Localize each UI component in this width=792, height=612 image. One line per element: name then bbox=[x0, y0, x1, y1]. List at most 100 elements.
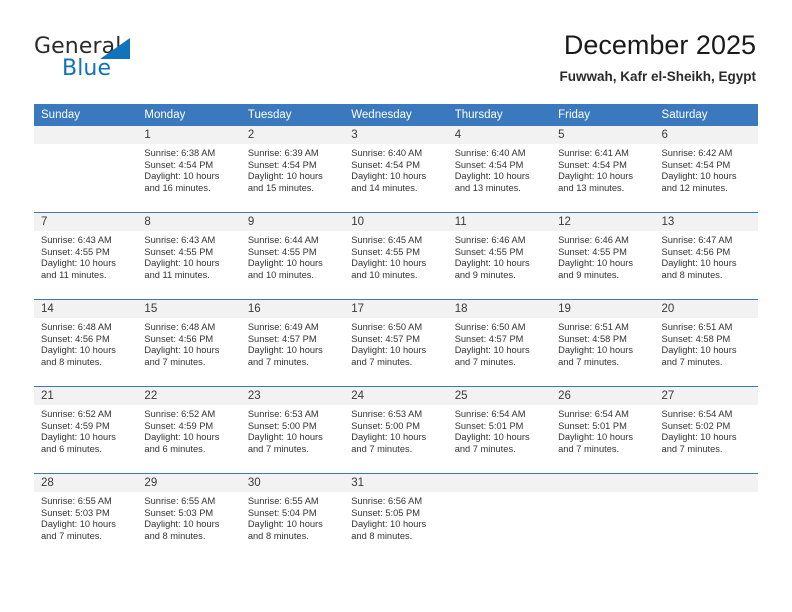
day-cell-inner: 23 Sunrise: 6:53 AM Sunset: 5:00 PM Dayligh… bbox=[240, 387, 345, 473]
calendar-day-cell[interactable]: 26 Sunrise: 6:54 AM Sunset: 5:01 PM Dayligh… bbox=[551, 386, 655, 474]
calendar-day-cell[interactable]: 7 Sunrise: 6:43 AM Sunset: 4:55 PM Daylight… bbox=[34, 212, 138, 300]
day-detail-line: and 6 minutes. bbox=[144, 443, 206, 454]
day-detail-line: Sunrise: 6:46 AM bbox=[558, 235, 629, 245]
day-cell-inner: 5 Sunrise: 6:41 AM Sunset: 4:54 PM Daylight… bbox=[551, 126, 655, 212]
day-detail-line: Sunset: 5:02 PM bbox=[661, 420, 731, 431]
calendar-day-cell[interactable]: 23 Sunrise: 6:53 AM Sunset: 5:00 PM Dayligh… bbox=[240, 386, 345, 474]
day-detail-line: Sunrise: 6:55 AM bbox=[41, 496, 112, 506]
day-cell-inner: 17 Sunrise: 6:50 AM Sunset: 4:57 PM Dayligh… bbox=[344, 300, 448, 386]
day-number: 7 bbox=[34, 213, 138, 231]
calendar-day-cell[interactable]: 16 Sunrise: 6:49 AM Sunset: 4:57 PM Dayligh… bbox=[240, 299, 345, 387]
day-detail-line: Sunset: 4:59 PM bbox=[41, 420, 110, 431]
day-detail-line: Sunrise: 6:40 AM bbox=[351, 148, 423, 158]
day-detail-line: Sunset: 4:54 PM bbox=[454, 159, 524, 170]
weekday-header-thursday: Thursday bbox=[447, 104, 552, 126]
day-cell-inner: 30 Sunrise: 6:55 AM Sunset: 5:04 PM Dayligh… bbox=[240, 474, 345, 560]
calendar-day-cell[interactable]: 24 Sunrise: 6:53 AM Sunset: 5:00 PM Dayligh… bbox=[344, 386, 448, 474]
day-details: Sunrise: 6:46 AM Sunset: 4:55 PM Daylight:… bbox=[448, 231, 551, 281]
calendar-day-cell[interactable]: 21 Sunrise: 6:52 AM Sunset: 4:59 PM Dayligh… bbox=[34, 386, 138, 474]
day-detail-line: Sunset: 4:54 PM bbox=[144, 159, 214, 170]
calendar-day-cell[interactable]: 11 Sunrise: 6:46 AM Sunset: 4:55 PM Dayligh… bbox=[447, 212, 552, 300]
calendar-day-cell[interactable]: 9 Sunrise: 6:44 AM Sunset: 4:55 PM Daylight… bbox=[240, 212, 345, 300]
day-details: Sunrise: 6:55 AM Sunset: 5:04 PM Daylight:… bbox=[241, 492, 344, 542]
day-cell-inner: 19 Sunrise: 6:51 AM Sunset: 4:58 PM Dayligh… bbox=[551, 300, 655, 386]
calendar-day-cell[interactable]: 2 Sunrise: 6:39 AM Sunset: 4:54 PM Daylight… bbox=[240, 126, 345, 213]
calendar-day-cell[interactable]: 30 Sunrise: 6:55 AM Sunset: 5:04 PM Dayligh… bbox=[240, 473, 345, 560]
day-details: Sunrise: 6:50 AM Sunset: 4:57 PM Daylight:… bbox=[448, 318, 551, 368]
day-detail-line: Sunset: 4:55 PM bbox=[41, 246, 110, 257]
calendar-day-cell[interactable]: 25 Sunrise: 6:54 AM Sunset: 5:01 PM Dayligh… bbox=[447, 386, 552, 474]
day-cell-inner: 2 Sunrise: 6:39 AM Sunset: 4:54 PM Daylight… bbox=[240, 126, 345, 212]
day-detail-line: Daylight: 10 hours bbox=[247, 258, 323, 269]
generalblue-logo[interactable]: General Blue bbox=[34, 34, 164, 84]
day-number: 20 bbox=[654, 300, 758, 318]
day-detail-line: and 7 minutes. bbox=[558, 356, 620, 367]
page-title: December 2025 bbox=[563, 30, 756, 60]
day-detail-line: Sunset: 4:56 PM bbox=[661, 246, 731, 257]
day-detail-line: Daylight: 10 hours bbox=[351, 432, 427, 443]
calendar-day-cell[interactable]: 19 Sunrise: 6:51 AM Sunset: 4:58 PM Dayligh… bbox=[551, 299, 655, 387]
weekday-header-saturday: Saturday bbox=[654, 104, 758, 126]
day-detail-line: and 6 minutes. bbox=[41, 443, 102, 454]
day-detail-line: Sunset: 5:05 PM bbox=[351, 507, 420, 518]
day-details: Sunrise: 6:39 AM Sunset: 4:54 PM Daylight:… bbox=[241, 144, 344, 194]
day-details: Sunrise: 6:50 AM Sunset: 4:57 PM Daylight:… bbox=[344, 318, 447, 368]
day-detail-line: Daylight: 10 hours bbox=[144, 258, 220, 269]
calendar-day-cell[interactable]: 15 Sunrise: 6:48 AM Sunset: 4:56 PM Dayligh… bbox=[137, 299, 241, 387]
day-details: Sunrise: 6:54 AM Sunset: 5:01 PM Daylight:… bbox=[448, 405, 551, 455]
calendar-day-cell[interactable]: 17 Sunrise: 6:50 AM Sunset: 4:57 PM Dayligh… bbox=[344, 299, 448, 387]
day-details: Sunrise: 6:54 AM Sunset: 5:01 PM Daylight:… bbox=[551, 405, 654, 455]
calendar-day-cell[interactable]: 28 Sunrise: 6:55 AM Sunset: 5:03 PM Dayligh… bbox=[34, 473, 138, 560]
calendar-week-row: 21 Sunrise: 6:52 AM Sunset: 4:59 PM Dayligh… bbox=[34, 386, 758, 474]
day-detail-line: Sunrise: 6:40 AM bbox=[454, 148, 526, 158]
day-detail-line: Daylight: 10 hours bbox=[661, 345, 737, 356]
calendar-day-cell[interactable]: 10 Sunrise: 6:45 AM Sunset: 4:55 PM Dayligh… bbox=[344, 212, 448, 300]
day-detail-line: Sunrise: 6:42 AM bbox=[661, 148, 733, 158]
day-detail-line: Sunset: 4:55 PM bbox=[351, 246, 420, 257]
day-number: 27 bbox=[654, 387, 758, 405]
day-detail-line: Sunrise: 6:55 AM bbox=[247, 496, 319, 506]
day-detail-line: Sunset: 4:57 PM bbox=[454, 333, 524, 344]
calendar-day-cell[interactable]: 29 Sunrise: 6:55 AM Sunset: 5:03 PM Dayligh… bbox=[137, 473, 241, 560]
day-number: 18 bbox=[447, 300, 552, 318]
calendar-day-cell[interactable]: 20 Sunrise: 6:51 AM Sunset: 4:58 PM Dayligh… bbox=[654, 299, 758, 387]
calendar-body: 1 Sunrise: 6:38 AM Sunset: 4:54 PM Daylight… bbox=[34, 126, 758, 560]
day-detail-line: and 8 minutes. bbox=[351, 530, 413, 541]
weekday-header-sunday: Sunday bbox=[34, 104, 138, 126]
calendar-day-cell[interactable]: 1 Sunrise: 6:38 AM Sunset: 4:54 PM Daylight… bbox=[137, 126, 241, 213]
day-detail-line: Sunset: 5:01 PM bbox=[558, 420, 627, 431]
page-subtitle: Fuwwah, Kafr el-Sheikh, Egypt bbox=[559, 69, 756, 84]
day-detail-line: Sunrise: 6:53 AM bbox=[247, 409, 319, 419]
calendar-day-cell[interactable]: 12 Sunrise: 6:46 AM Sunset: 4:55 PM Dayligh… bbox=[551, 212, 655, 300]
calendar-day-cell[interactable]: 8 Sunrise: 6:43 AM Sunset: 4:55 PM Daylight… bbox=[137, 212, 241, 300]
day-number: 22 bbox=[137, 387, 241, 405]
calendar-day-cell[interactable]: 18 Sunrise: 6:50 AM Sunset: 4:57 PM Dayligh… bbox=[447, 299, 552, 387]
day-cell-inner bbox=[447, 474, 552, 560]
day-detail-line: Sunrise: 6:55 AM bbox=[144, 496, 216, 506]
calendar-day-cell[interactable]: 13 Sunrise: 6:47 AM Sunset: 4:56 PM Dayligh… bbox=[654, 212, 758, 300]
calendar-day-cell[interactable]: 14 Sunrise: 6:48 AM Sunset: 4:56 PM Dayligh… bbox=[34, 299, 138, 387]
calendar-day-cell[interactable]: 3 Sunrise: 6:40 AM Sunset: 4:54 PM Daylight… bbox=[344, 126, 448, 213]
day-cell-inner: 21 Sunrise: 6:52 AM Sunset: 4:59 PM Dayligh… bbox=[34, 387, 138, 473]
day-cell-inner bbox=[551, 474, 655, 560]
day-detail-line: Sunrise: 6:48 AM bbox=[144, 322, 216, 332]
day-cell-inner: 11 Sunrise: 6:46 AM Sunset: 4:55 PM Dayligh… bbox=[447, 213, 552, 299]
day-detail-line: Daylight: 10 hours bbox=[558, 258, 634, 269]
day-cell-inner: 26 Sunrise: 6:54 AM Sunset: 5:01 PM Dayligh… bbox=[551, 387, 655, 473]
calendar-day-cell[interactable]: 5 Sunrise: 6:41 AM Sunset: 4:54 PM Daylight… bbox=[551, 126, 655, 213]
day-cell-inner: 24 Sunrise: 6:53 AM Sunset: 5:00 PM Dayligh… bbox=[344, 387, 448, 473]
day-detail-line: and 16 minutes. bbox=[144, 182, 211, 193]
day-cell-inner: 4 Sunrise: 6:40 AM Sunset: 4:54 PM Daylight… bbox=[447, 126, 552, 212]
calendar-day-cell[interactable]: 31 Sunrise: 6:56 AM Sunset: 5:05 PM Dayligh… bbox=[344, 473, 448, 560]
day-detail-line: Daylight: 10 hours bbox=[247, 345, 323, 356]
calendar-day-cell[interactable]: 6 Sunrise: 6:42 AM Sunset: 4:54 PM Daylight… bbox=[654, 126, 758, 213]
day-detail-line: and 9 minutes. bbox=[454, 269, 516, 280]
day-details: Sunrise: 6:43 AM Sunset: 4:55 PM Daylight:… bbox=[34, 231, 137, 281]
day-cell-inner: 12 Sunrise: 6:46 AM Sunset: 4:55 PM Dayligh… bbox=[551, 213, 655, 299]
day-cell-inner: 3 Sunrise: 6:40 AM Sunset: 4:54 PM Daylight… bbox=[344, 126, 448, 212]
calendar-day-cell[interactable]: 22 Sunrise: 6:52 AM Sunset: 4:59 PM Dayligh… bbox=[137, 386, 241, 474]
day-detail-line: and 8 minutes. bbox=[144, 530, 206, 541]
day-detail-line: and 10 minutes. bbox=[351, 269, 418, 280]
calendar-day-cell[interactable]: 4 Sunrise: 6:40 AM Sunset: 4:54 PM Daylight… bbox=[447, 126, 552, 213]
calendar-day-cell[interactable]: 27 Sunrise: 6:54 AM Sunset: 5:02 PM Dayligh… bbox=[654, 386, 758, 474]
